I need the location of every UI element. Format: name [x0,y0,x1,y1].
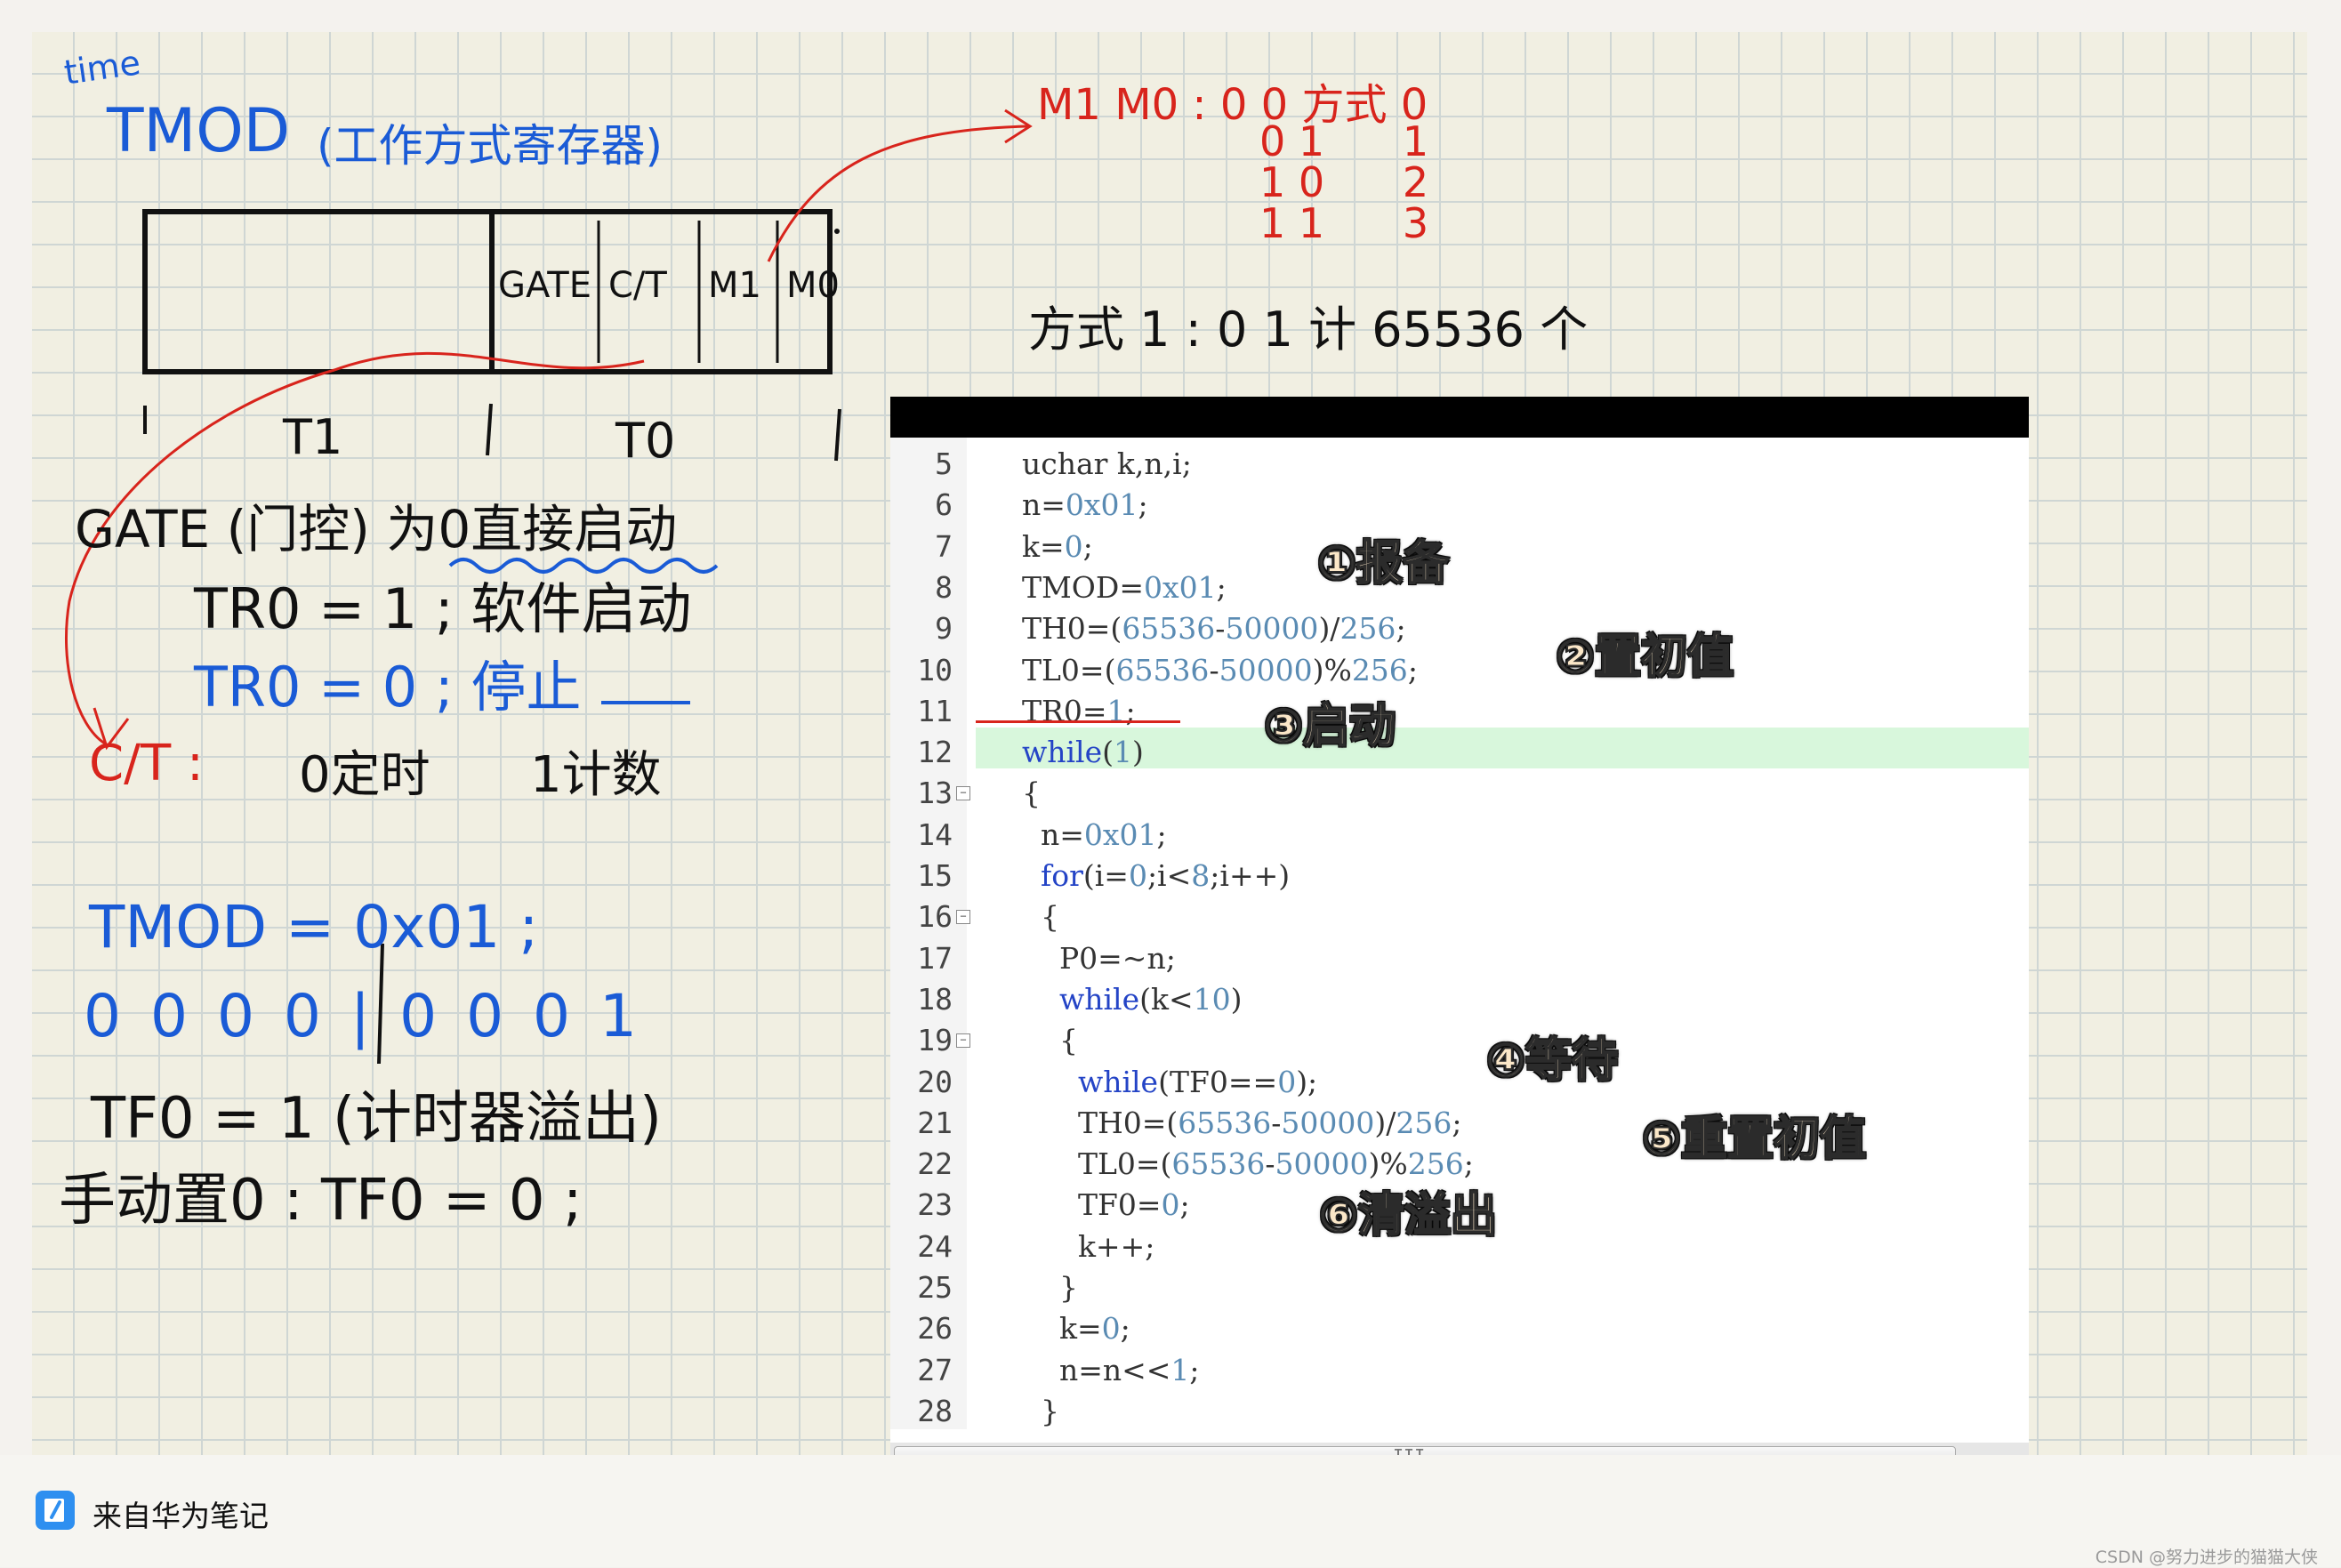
fold-toggle-icon[interactable]: − [956,786,970,801]
code-line: uchar k,n,i; [1022,446,1192,481]
ct-counting-note: 1计数 [530,746,662,804]
code-line: P0=~n; [1022,940,1176,976]
code-line: k=0; [1022,528,1093,564]
code-line: TL0=(65536-50000)%256; [1022,1146,1474,1182]
line-number: 24 [917,1228,953,1264]
annotation-reset-initial: ⑤重置初值 [1641,1112,1867,1167]
red-underline-mark [976,720,1180,723]
fold-toggle-icon[interactable]: − [956,910,970,925]
line-number: 15 [917,858,953,893]
tr0-start-note: TR0 = 1 ; 软件启动 [194,576,692,641]
line-number: 28 [917,1393,953,1428]
line-number: 17 [917,940,953,976]
line-number: 22 [917,1146,953,1182]
line-number: 8 [935,569,953,605]
annotation-clear-overflow: ⑥清溢出 [1318,1188,1498,1243]
grip-icon: III [1393,1445,1425,1455]
tmod-bits-note: 0 0 0 0 | 0 0 0 1 [84,982,643,1050]
code-line: k++; [1022,1228,1155,1264]
code-line: TH0=(65536-50000)/256; [1022,611,1406,647]
register-cell-ct: C/T [608,265,667,306]
timer-label-t1: T1 [283,409,343,465]
annotation-start: ③启动 [1263,699,1396,754]
code-line: n=0x01; [1022,487,1148,523]
line-number: 25 [917,1270,953,1305]
annotation-set-initial: ②置初值 [1555,630,1734,685]
watermark: CSDN @努力进步的猫猫大侠 [2095,1548,2318,1567]
line-number: 19 [917,1023,953,1058]
line-number: 16 [917,899,953,935]
note-paper: time TMOD (工作方式寄存器) GATE C/T M1 M0 T1 T0… [32,32,2307,1455]
code-line: n=0x01; [1022,816,1167,852]
annotation-declare: ①报备 [1316,536,1450,591]
code-line: TF0=0; [1022,1187,1190,1223]
tf0-overflow-note: TF0 = 1 (计时器溢出) [91,1086,662,1152]
line-number: 21 [917,1105,953,1140]
code-editor-screenshot: 5 uchar k,n,i; 6 n=0x01; 7 k=0; 8 TMOD=0x01; 9 TH… [890,397,2029,1455]
footer-bar: 来自华为笔记 CSDN @努力进步的猫猫大侠 [0,1455,2341,1567]
line-number: 9 [935,611,953,647]
tmod-value-note: TMOD = 0x01 ; [89,893,539,961]
line-number: 14 [917,816,953,852]
code-line: while(1) [1022,735,1144,770]
timer-label-t0: T0 [615,413,676,469]
code-line: while(TF0==0); [1077,1064,1318,1099]
code-line: for(i=0;i<8;i++) [1040,858,1291,893]
line-number: 20 [917,1064,953,1099]
register-cell-m0: M0 [786,265,840,306]
line-number: 13 [917,776,953,811]
horizontal-scrollbar[interactable]: III [890,1443,2029,1455]
code-line: TH0=(65536-50000)/256; [1022,1105,1462,1140]
scrollbar-thumb[interactable]: III [894,1445,1956,1455]
mode1-note: 方式 1 : 0 1 计 65536 个 [1028,302,1589,358]
line-number: 10 [917,652,953,688]
mode-table-row-3: 1 1 3 [1259,199,1429,247]
code-line: { [1022,899,1059,935]
editor-top-bar [890,397,2029,438]
code-line: while(k<10) [1058,981,1243,1017]
source-label: 来自华为笔记 [93,1499,269,1533]
code-line: } [1022,1393,1059,1428]
line-number: 18 [917,981,953,1017]
line-number: 5 [935,446,953,481]
tf0-reset-note: 手动置0 : TF0 = 0 ; [59,1168,583,1234]
line-number: 11 [917,693,953,728]
notes-app-icon [36,1491,75,1530]
fold-toggle-icon[interactable]: − [956,1033,970,1049]
ct-timing-note: 0定时 [299,746,430,804]
code-line: TMOD=0x01; [1022,569,1227,605]
line-number: 27 [917,1352,953,1387]
line-number: 6 [935,487,953,523]
tr0-stop-note: TR0 = 0 ; 停止 [194,655,582,720]
tmod-title: TMOD [107,96,291,166]
code-line: } [1022,1270,1078,1305]
tmod-title-note: (工作方式寄存器) [317,120,664,172]
line-number: 7 [935,528,953,564]
register-cell-m1: M1 [708,265,761,306]
code-line: { [1022,776,1041,811]
line-number: 12 [917,735,953,770]
line-number: 26 [917,1311,953,1347]
register-cell-gate: GATE [498,265,591,306]
code-line: k=0; [1022,1311,1130,1347]
line-number: 23 [917,1187,953,1223]
code-line: TL0=(65536-50000)%256; [1022,652,1418,688]
code-line: { [1022,1023,1078,1058]
annotation-wait: ④等待 [1485,1033,1619,1089]
ct-label: C/T : [89,735,204,792]
gate-note: GATE (门控) 为0直接启动 [75,499,678,559]
code-line: n=n<<1; [1022,1352,1200,1387]
